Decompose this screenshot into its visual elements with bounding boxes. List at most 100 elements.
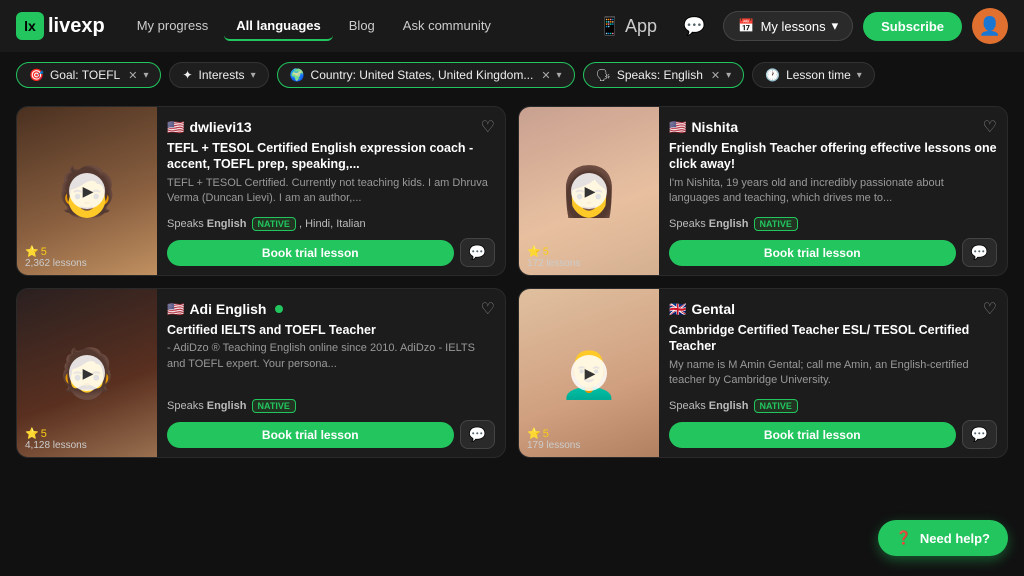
filter-interests-label: Interests [199, 68, 245, 82]
chevron-down-icon: ▾ [143, 70, 148, 81]
tutor-name-row: 🇬🇧 Gental [669, 301, 735, 318]
country-icon: 🌍 [290, 68, 305, 82]
clock-icon: 🕐 [765, 68, 780, 82]
favorite-button[interactable]: ♡ [481, 117, 495, 137]
favorite-button[interactable]: ♡ [983, 299, 997, 319]
lessons-count: 4,128 lessons [25, 440, 87, 451]
subscribe-button[interactable]: Subscribe [863, 12, 962, 41]
my-lessons-button[interactable]: 📅 My lessons ▾ [723, 11, 853, 41]
native-badge: NATIVE [252, 399, 296, 413]
tutor-desc: My name is M Amin Gental; call me Amin, … [669, 358, 997, 389]
filter-goal-label: Goal: TOEFL [50, 68, 120, 82]
book-trial-button[interactable]: Book trial lesson [669, 240, 956, 266]
rating-block: ⭐ 5 4,128 lessons [25, 427, 87, 451]
speaks-icon: 🗣 [596, 68, 611, 82]
card-header: 🇬🇧 Gental ♡ [669, 299, 997, 319]
nav-links: My progress All languages Blog Ask commu… [125, 12, 587, 41]
nav-my-progress[interactable]: My progress [125, 12, 221, 41]
favorite-button[interactable]: ♡ [481, 299, 495, 319]
avatar-button[interactable]: 👤 [972, 8, 1008, 44]
book-trial-button[interactable]: Book trial lesson [669, 422, 956, 448]
filter-interests[interactable]: ✦ Interests ▾ [169, 62, 268, 88]
lessons-count: 2,362 lessons [25, 258, 87, 269]
tutor-thumbnail: 🧔 ⭐ 5 4,128 lessons [17, 289, 157, 457]
favorite-button[interactable]: ♡ [983, 117, 997, 137]
message-button[interactable]: 💬 [460, 238, 495, 267]
rating-block: ⭐ 5 172 lessons [527, 245, 580, 269]
extra-langs: Hindi, Italian [305, 218, 366, 230]
tutor-title: Certified IELTS and TOEFL Teacher [167, 322, 495, 338]
card-actions: Book trial lesson 💬 [167, 238, 495, 267]
lessons-count: 179 lessons [527, 440, 580, 451]
card-info: 🇬🇧 Gental ♡ Cambridge Certified Teacher … [659, 289, 1007, 457]
message-button[interactable]: 💬 [962, 420, 997, 449]
play-video-button[interactable] [571, 173, 607, 209]
play-video-button[interactable] [571, 355, 607, 391]
flag-icon: 🇬🇧 [669, 301, 686, 318]
tutor-name-row: 🇺🇸 Adi English [167, 301, 283, 318]
native-badge: NATIVE [252, 217, 296, 231]
tutor-thumbnail: 👩 ⭐ 5 172 lessons [519, 107, 659, 275]
native-badge: NATIVE [754, 217, 798, 231]
tutor-grid: 🧑 ⭐ 5 2,362 lessons 🇺🇸 dwlievi13 ♡ TEFL … [0, 98, 1024, 466]
filter-country[interactable]: 🌍 Country: United States, United Kingdom… [277, 62, 575, 88]
card-header: 🇺🇸 dwlievi13 ♡ [167, 117, 495, 137]
star-rating: ⭐ 5 [527, 427, 580, 440]
book-trial-button[interactable]: Book trial lesson [167, 422, 454, 448]
book-trial-button[interactable]: Book trial lesson [167, 240, 454, 266]
play-video-button[interactable] [69, 355, 105, 391]
tutor-desc: I'm Nishita, 19 years old and incredibly… [669, 176, 997, 207]
logo-text: livexp [48, 15, 105, 38]
calendar-icon: 📅 [738, 18, 754, 34]
logo[interactable]: lx livexp [16, 12, 105, 40]
card-info: 🇺🇸 Nishita ♡ Friendly English Teacher of… [659, 107, 1007, 275]
filters-bar: 🎯 Goal: TOEFL ✕ ▾ ✦ Interests ▾ 🌍 Countr… [0, 52, 1024, 98]
card-info: 🇺🇸 dwlievi13 ♡ TEFL + TESOL Certified En… [157, 107, 505, 275]
nav-right: 📱 App 💬 📅 My lessons ▾ Subscribe 👤 [591, 8, 1008, 44]
need-help-button[interactable]: ❓ Need help? [878, 520, 1008, 556]
rating-block: ⭐ 5 2,362 lessons [25, 245, 87, 269]
my-lessons-label: My lessons [761, 19, 826, 34]
remove-country-icon[interactable]: ✕ [541, 69, 550, 82]
question-icon: ❓ [896, 530, 912, 546]
tutor-thumbnail: 👨‍🦲 ⭐ 5 179 lessons [519, 289, 659, 457]
speaks-row: Speaks English NATIVE [167, 399, 495, 413]
filter-speaks[interactable]: 🗣 Speaks: English ✕ ▾ [583, 62, 745, 88]
thumb-overlay: ⭐ 5 179 lessons [519, 421, 659, 457]
filter-goal[interactable]: 🎯 Goal: TOEFL ✕ ▾ [16, 62, 161, 88]
nav-all-languages[interactable]: All languages [224, 12, 333, 41]
star-rating: ⭐ 5 [527, 245, 580, 258]
rating-block: ⭐ 5 179 lessons [527, 427, 580, 451]
thumb-overlay: ⭐ 5 172 lessons [519, 239, 659, 275]
thumb-overlay: ⭐ 5 2,362 lessons [17, 239, 157, 275]
remove-goal-icon[interactable]: ✕ [128, 69, 137, 82]
tutor-title: Cambridge Certified Teacher ESL/ TESOL C… [669, 322, 997, 355]
message-button[interactable]: 💬 [460, 420, 495, 449]
speaks-row: Speaks English NATIVE , Hindi, Italian [167, 217, 495, 231]
chevron-down-icon: ▾ [557, 70, 562, 81]
tutor-thumbnail: 🧑 ⭐ 5 2,362 lessons [17, 107, 157, 275]
flag-icon: 🇺🇸 [167, 301, 184, 318]
avatar-icon: 👤 [979, 16, 1001, 37]
nav-blog[interactable]: Blog [337, 12, 387, 41]
card-info: 🇺🇸 Adi English ♡ Certified IELTS and TOE… [157, 289, 505, 457]
filter-lesson-time[interactable]: 🕐 Lesson time ▾ [752, 62, 875, 88]
interests-icon: ✦ [182, 68, 192, 82]
tutor-name-row: 🇺🇸 Nishita [669, 119, 738, 136]
star-rating: ⭐ 5 [25, 245, 87, 258]
play-video-button[interactable] [69, 173, 105, 209]
filter-lesson-time-label: Lesson time [786, 68, 851, 82]
tutor-title: Friendly English Teacher offering effect… [669, 140, 997, 173]
nav-ask-community[interactable]: Ask community [391, 12, 503, 41]
message-button[interactable]: 💬 [962, 238, 997, 267]
chevron-down-icon: ▾ [726, 70, 731, 81]
filter-country-label: Country: United States, United Kingdom..… [311, 68, 534, 82]
navbar: lx livexp My progress All languages Blog… [0, 0, 1024, 52]
tutor-card: 👩 ⭐ 5 172 lessons 🇺🇸 Nishita ♡ Friendly … [518, 106, 1008, 276]
app-button[interactable]: 📱 App [591, 12, 665, 41]
tutor-card: 🧔 ⭐ 5 4,128 lessons 🇺🇸 Adi English ♡ Cer… [16, 288, 506, 458]
messages-button[interactable]: 💬 [675, 12, 713, 41]
need-help-label: Need help? [920, 531, 990, 546]
remove-speaks-icon[interactable]: ✕ [711, 69, 720, 82]
lessons-count: 172 lessons [527, 258, 580, 269]
